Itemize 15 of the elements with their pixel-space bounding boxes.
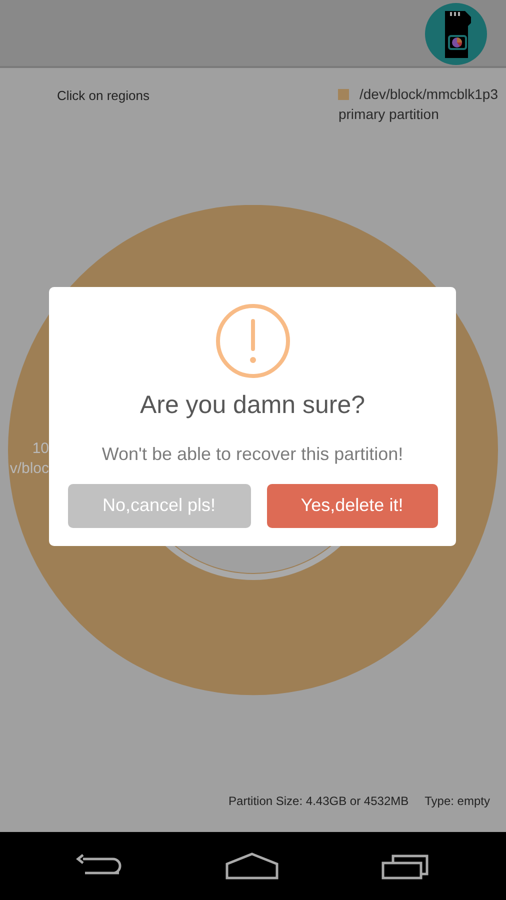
hint-text: Click on regions [57, 87, 150, 105]
recent-apps-icon[interactable] [381, 852, 431, 880]
dialog-message: Won't be able to recover this partition! [102, 442, 404, 466]
partition-type-text: Type: empty [424, 793, 490, 810]
legend-sublabel: primary partition [338, 105, 440, 124]
slice-label: v/bloc [10, 459, 49, 479]
cancel-button[interactable]: No,cancel pls! [68, 484, 250, 528]
dialog-title: Are you damn sure? [140, 390, 366, 421]
delete-button[interactable]: Yes,delete it! [266, 484, 438, 528]
slice-label: 10 [32, 439, 49, 459]
home-icon[interactable] [225, 852, 279, 880]
partition-size-text: Partition Size: 4.43GB or 4532MB [228, 793, 409, 810]
sd-card-app-icon[interactable] [425, 3, 487, 65]
legend-label: /dev/block/mmcblk1p3 [359, 85, 498, 104]
warning-icon [214, 303, 290, 379]
